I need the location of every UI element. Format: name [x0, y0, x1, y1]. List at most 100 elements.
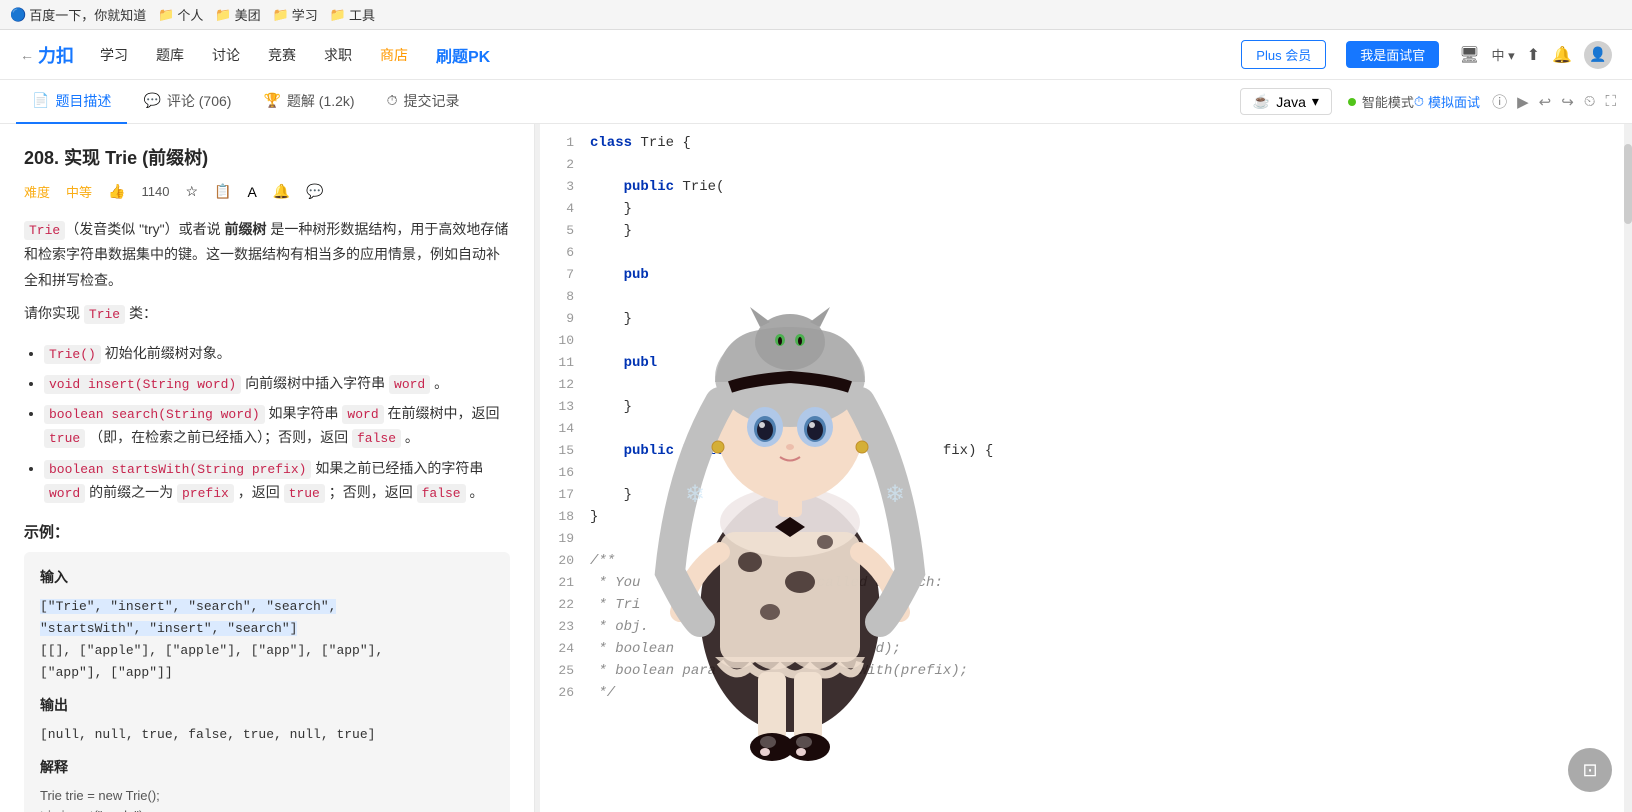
- code-line-17: 17 }: [540, 484, 1632, 506]
- line-number-21: 21: [540, 572, 590, 594]
- example-title: 示例：: [24, 521, 510, 542]
- line-content-7: pub: [590, 264, 1632, 286]
- method-list: Trie() 初始化前缀树对象。 void insert(String word…: [44, 342, 510, 505]
- nav-pk[interactable]: 刷题PK: [430, 39, 496, 71]
- line-number-26: 26: [540, 682, 590, 704]
- line-number-24: 24: [540, 638, 590, 660]
- code-line-6: 6: [540, 242, 1632, 264]
- nav-contest[interactable]: 竞赛: [262, 41, 302, 69]
- line-number-3: 3: [540, 176, 590, 198]
- star-icon[interactable]: ☆: [185, 183, 198, 200]
- export-icon[interactable]: ⬆: [1527, 45, 1540, 65]
- copy-icon[interactable]: 📋: [214, 183, 231, 200]
- code-line-11: 11 publ ) {: [540, 352, 1632, 374]
- nav-problems[interactable]: 题库: [150, 41, 190, 69]
- line-content-25: * boolean para sWith(prefix);: [590, 660, 1632, 682]
- line-number-22: 22: [540, 594, 590, 616]
- line-content-4: }: [590, 198, 1632, 220]
- code-line-25: 25 * boolean para sWith(prefix);: [540, 660, 1632, 682]
- plus-member-button[interactable]: Plus 会员: [1241, 40, 1326, 69]
- nav-shop[interactable]: 商店: [374, 41, 414, 69]
- code-line-7: 7 pub: [540, 264, 1632, 286]
- tab-submissions[interactable]: ⏱ 提交记录: [371, 80, 476, 124]
- code-line-8: 8: [540, 286, 1632, 308]
- fab-button[interactable]: ⊡: [1568, 748, 1612, 792]
- tab-comments[interactable]: 💬 评论 (706): [127, 80, 247, 124]
- line-content-18: }: [590, 506, 1632, 528]
- scrollbar[interactable]: [1624, 124, 1632, 812]
- code-line-14: 14: [540, 418, 1632, 440]
- tab-description[interactable]: 📄 题目描述: [16, 80, 127, 124]
- output-value: [null, null, true, false, true, null, tr…: [40, 724, 494, 746]
- top-navigation: ← 力扣 学习 题库 讨论 竞赛 求职 商店 刷题PK Plus 会员 我是面试…: [0, 30, 1632, 80]
- avatar-icon[interactable]: 👤: [1584, 41, 1612, 69]
- undo-icon[interactable]: ↩: [1539, 93, 1552, 111]
- code-line-18: 18 }: [540, 506, 1632, 528]
- code-editor[interactable]: 1 class Trie { 2 3 public Trie( 4 } 5: [540, 124, 1632, 812]
- code-line-4: 4 }: [540, 198, 1632, 220]
- line-number-25: 25: [540, 660, 590, 682]
- translate-icon[interactable]: A: [247, 184, 256, 200]
- logo[interactable]: ← 力扣: [20, 42, 74, 68]
- back-arrow-icon[interactable]: ←: [20, 47, 34, 63]
- method-item-startswith: boolean startsWith(String prefix) 如果之前已经…: [44, 457, 510, 505]
- folder-icon-learning: 📁: [273, 7, 289, 23]
- interviewer-button[interactable]: 我是面试官: [1346, 41, 1439, 68]
- line-number-8: 8: [540, 286, 590, 308]
- bookmark-learning[interactable]: 📁 学习: [273, 5, 318, 24]
- nav-discuss[interactable]: 讨论: [206, 41, 246, 69]
- line-number-5: 5: [540, 220, 590, 242]
- code-line-22: 22 * Tri: [540, 594, 1632, 616]
- line-number-12: 12: [540, 374, 590, 396]
- line-number-1: 1: [540, 132, 590, 154]
- run-icon[interactable]: ▶: [1517, 93, 1529, 111]
- smart-mode-indicator[interactable]: 智能模式: [1348, 92, 1414, 111]
- clock-icon: ⏱: [1414, 94, 1424, 110]
- fullscreen-icon[interactable]: ⛶: [1605, 93, 1616, 110]
- bookmark-meituan[interactable]: 📁 美团: [215, 5, 260, 24]
- line-number-13: 13: [540, 396, 590, 418]
- line-number-4: 4: [540, 198, 590, 220]
- code-line-12: 12: [540, 374, 1632, 396]
- code-line-19: 19: [540, 528, 1632, 550]
- line-content-24: * boolean d);: [590, 638, 1632, 660]
- input-value: ["Trie", "insert", "search", "search", "…: [40, 596, 494, 684]
- method-item-insert: void insert(String word) 向前缀树中插入字符串 word…: [44, 372, 510, 396]
- language-selector[interactable]: 中 ▾: [1492, 45, 1515, 64]
- example-box: 输入 ["Trie", "insert", "search", "search"…: [24, 552, 510, 812]
- language-selector-dropdown[interactable]: ☕ Java ▾: [1240, 88, 1332, 115]
- code-line-9: 9 }: [540, 308, 1632, 330]
- bookmark-baidu[interactable]: 🔵 百度一下，你就知道: [10, 5, 146, 24]
- problem-meta: 难度 中等 👍 1140 ☆ 📋 A 🔔 💬: [24, 182, 510, 201]
- bookmark-tools[interactable]: 📁 工具: [330, 5, 375, 24]
- nav-icons: 🖥 中 ▾ ⬆ 🔔 👤: [1459, 41, 1612, 69]
- line-number-23: 23: [540, 616, 590, 638]
- line-number-20: 20: [540, 550, 590, 572]
- line-content-11: publ ) {: [590, 352, 1632, 374]
- timer-icon[interactable]: ⏲: [1584, 93, 1596, 110]
- like-icon[interactable]: 👍: [108, 183, 125, 200]
- comment-icon[interactable]: 💬: [306, 183, 323, 200]
- line-number-9: 9: [540, 308, 590, 330]
- nav-learning[interactable]: 学习: [94, 41, 134, 69]
- nav-jobs[interactable]: 求职: [318, 41, 358, 69]
- scroll-thumb[interactable]: [1624, 144, 1632, 224]
- redo-icon[interactable]: ↪: [1561, 93, 1574, 111]
- tab-bar: 📄 题目描述 💬 评论 (706) 🏆 题解 (1.2k) ⏱ 提交记录 ☕ J…: [0, 80, 1632, 124]
- notification-icon[interactable]: 🔔: [1552, 45, 1572, 65]
- browser-toolbar: 🔵 百度一下，你就知道 📁 个人 📁 美团 📁 学习 📁 工具: [0, 0, 1632, 30]
- line-content-20: /**: [590, 550, 1632, 572]
- bookmark-personal[interactable]: 📁 个人: [158, 5, 203, 24]
- code-line-10: 10: [540, 330, 1632, 352]
- tab-solutions[interactable]: 🏆 题解 (1.2k): [247, 80, 370, 124]
- line-number-7: 7: [540, 264, 590, 286]
- line-content-17: }: [590, 484, 1632, 506]
- editor-toolbar-right: ⏱ 模拟面试 ⓘ ▶ ↩ ↪ ⏲ ⛶: [1414, 91, 1616, 112]
- device-icon[interactable]: 🖥: [1459, 45, 1479, 65]
- code-line-16: 16: [540, 462, 1632, 484]
- info-icon[interactable]: ⓘ: [1492, 91, 1507, 112]
- code-line-13: 13 }: [540, 396, 1632, 418]
- line-content-21: * You called as such:: [590, 572, 1632, 594]
- bell-icon[interactable]: 🔔: [273, 183, 290, 200]
- simulate-interview-button[interactable]: ⏱ 模拟面试: [1414, 92, 1480, 111]
